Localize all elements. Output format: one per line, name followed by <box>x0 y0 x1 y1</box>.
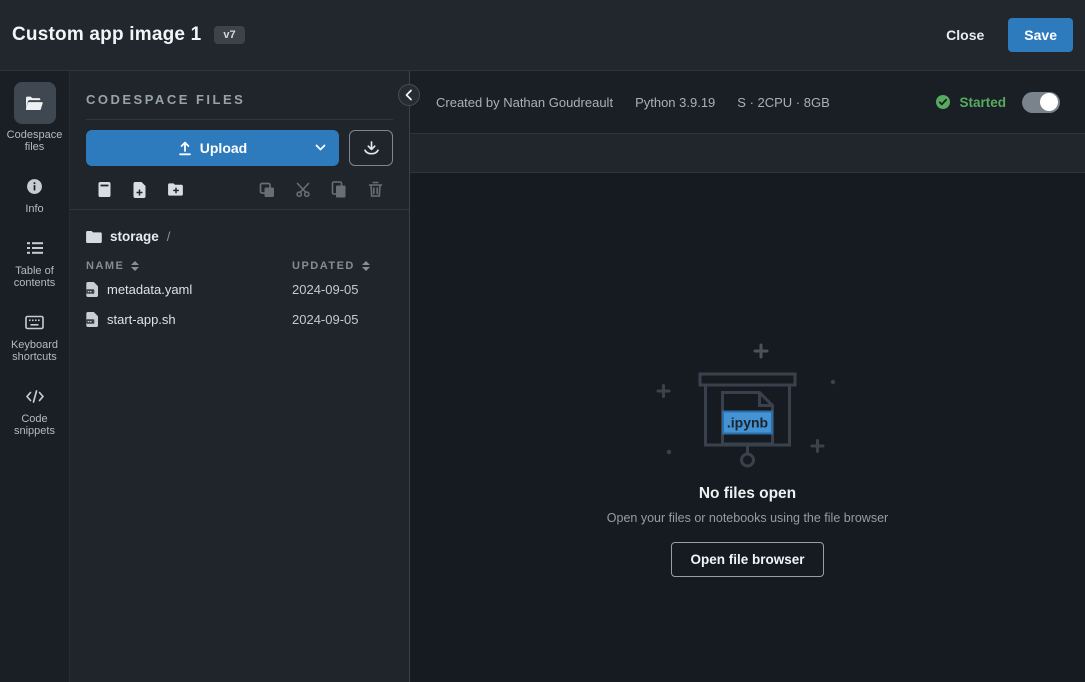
upload-label: Upload <box>200 140 247 156</box>
editor-empty-state: .ipynb No files open Open your files or … <box>410 173 1085 682</box>
python-version-text: Python 3.9.19 <box>635 95 715 110</box>
column-label: UPDATED <box>292 260 355 272</box>
toggle-knob <box>1040 93 1058 111</box>
column-label: NAME <box>86 260 124 272</box>
file-updated: 2024-09-05 <box>292 282 359 297</box>
file-name: metadata.yaml <box>107 282 192 297</box>
sort-icon <box>131 261 139 271</box>
file-toolbar <box>96 181 383 198</box>
info-bar: Created by Nathan Goudreault Python 3.9.… <box>410 71 1085 134</box>
new-folder-icon[interactable] <box>168 181 184 198</box>
paste-icon[interactable] <box>331 181 347 198</box>
page-title: Custom app image 1 <box>12 24 201 46</box>
folder-icon <box>86 230 102 244</box>
upload-row: Upload <box>86 130 393 166</box>
delete-icon[interactable] <box>367 181 383 198</box>
status-badge: Started <box>959 95 1006 110</box>
list-icon <box>14 236 56 260</box>
table-row[interactable]: metadata.yaml 2024-09-05 <box>86 274 393 304</box>
codespace-files-panel: CODESPACE FILES Upload <box>70 71 410 682</box>
nav-sidebar: Codespace files Info Table of contents K… <box>0 71 70 682</box>
started-toggle[interactable] <box>1022 92 1060 113</box>
created-by-text: Created by Nathan Goudreault <box>436 95 613 110</box>
upload-icon <box>178 141 192 156</box>
title-wrap: Custom app image 1 v7 <box>12 24 245 46</box>
resources-text: S · 2CPU · 8GB <box>737 95 829 110</box>
app-header: Custom app image 1 v7 Close Save <box>0 0 1085 71</box>
no-files-illustration: .ipynb <box>652 341 844 471</box>
file-table: NAME UPDATED metadata.yaml 2024-09-05 <box>86 258 393 334</box>
file-icon <box>86 282 99 297</box>
main-area: Created by Nathan Goudreault Python 3.9.… <box>410 71 1085 682</box>
header-actions: Close Save <box>932 18 1073 52</box>
code-icon <box>14 384 56 408</box>
sidebar-item-info[interactable]: Info <box>0 174 69 215</box>
check-circle-icon <box>935 94 951 110</box>
toolbar-edit-group <box>259 181 383 198</box>
panel-title-divider <box>86 119 393 120</box>
app-window: Custom app image 1 v7 Close Save Codespa… <box>0 0 1085 682</box>
empty-state-title: No files open <box>699 485 796 503</box>
download-icon <box>363 140 380 156</box>
save-button[interactable]: Save <box>1008 18 1073 52</box>
open-file-browser-button[interactable]: Open file browser <box>671 542 823 577</box>
chevron-down-icon[interactable] <box>314 141 327 157</box>
breadcrumb-separator: / <box>167 229 171 244</box>
sidebar-item-label: Keyboard shortcuts <box>3 339 67 363</box>
app-body: Codespace files Info Table of contents K… <box>0 71 1085 682</box>
table-row[interactable]: start-app.sh 2024-09-05 <box>86 304 393 334</box>
column-header-name[interactable]: NAME <box>86 260 292 272</box>
sidebar-item-keyboard-shortcuts[interactable]: Keyboard shortcuts <box>0 310 69 363</box>
sidebar-item-label: Info <box>25 203 43 215</box>
toolbar-create-group <box>96 181 184 198</box>
sidebar-item-label: Table of contents <box>3 265 67 289</box>
table-header: NAME UPDATED <box>86 258 393 274</box>
file-name: start-app.sh <box>107 312 176 327</box>
image-info: Created by Nathan Goudreault Python 3.9.… <box>436 95 830 110</box>
breadcrumb: storage / <box>70 210 409 244</box>
file-type-badge: .ipynb <box>726 415 767 431</box>
column-header-updated[interactable]: UPDATED <box>292 260 370 272</box>
file-icon <box>86 312 99 327</box>
status-group: Started <box>935 92 1060 113</box>
sidebar-item-codespace-files[interactable]: Codespace files <box>0 82 69 153</box>
file-tab-strip <box>410 134 1085 173</box>
chevron-left-icon <box>404 89 414 101</box>
sidebar-item-code-snippets[interactable]: Code snippets <box>0 384 69 437</box>
info-icon <box>14 174 56 198</box>
empty-state-subtitle: Open your files or notebooks using the f… <box>607 511 888 525</box>
sidebar-item-label: Code snippets <box>3 413 67 437</box>
breadcrumb-folder[interactable]: storage <box>110 229 159 244</box>
keyboard-icon <box>14 310 56 334</box>
duplicate-icon[interactable] <box>259 181 275 198</box>
upload-button[interactable]: Upload <box>86 130 339 166</box>
close-button[interactable]: Close <box>932 19 998 51</box>
sidebar-item-table-of-contents[interactable]: Table of contents <box>0 236 69 289</box>
panel-title: CODESPACE FILES <box>70 71 409 119</box>
folder-open-icon <box>14 82 56 124</box>
sort-icon <box>362 261 370 271</box>
new-notebook-icon[interactable] <box>96 181 112 198</box>
version-badge: v7 <box>214 26 244 44</box>
collapse-panel-button[interactable] <box>398 84 420 106</box>
new-file-icon[interactable] <box>132 181 148 198</box>
cut-icon[interactable] <box>295 181 311 198</box>
file-updated: 2024-09-05 <box>292 312 359 327</box>
sidebar-item-label: Codespace files <box>3 129 67 153</box>
download-button[interactable] <box>349 130 393 166</box>
